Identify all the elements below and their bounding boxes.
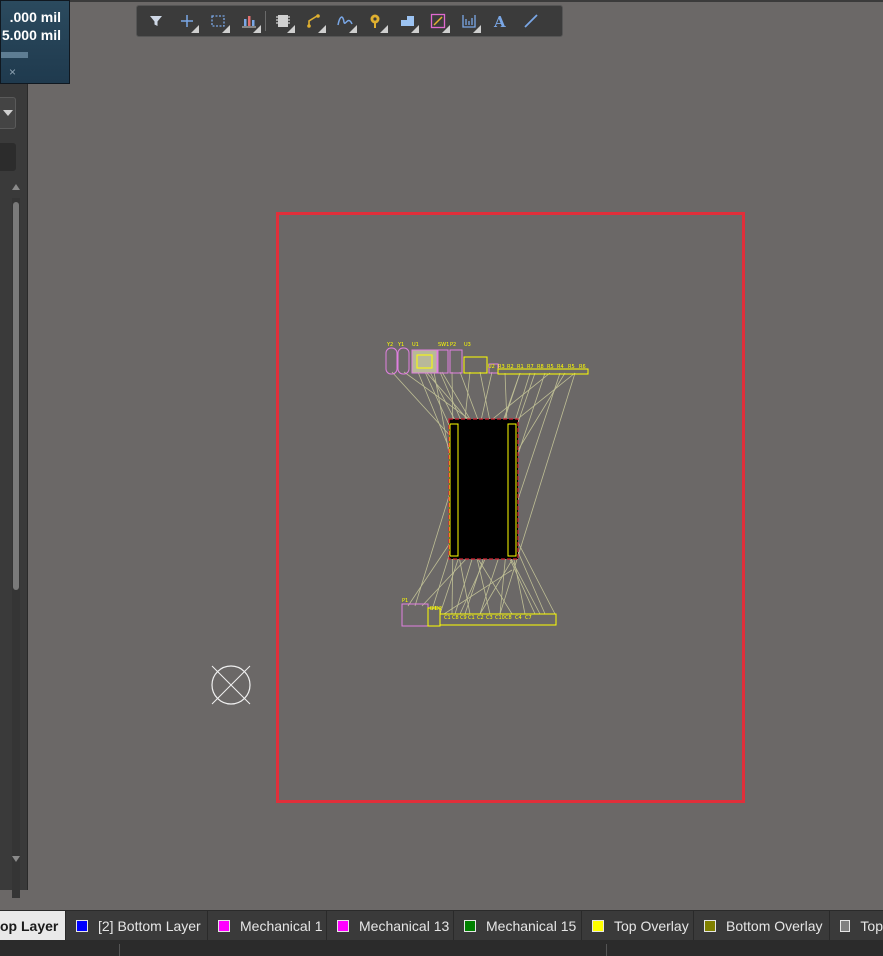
layer-tab-bottom-layer[interactable]: [2] Bottom Layer [66, 911, 208, 941]
main-ic[interactable] [448, 418, 519, 560]
layer-tab-mechanical-1[interactable]: Mechanical 1 [208, 911, 327, 941]
designator-label: R4 [557, 364, 564, 370]
designator-label: C4 [515, 615, 522, 621]
designator-label: C10 [495, 615, 505, 621]
component-u1[interactable] [411, 349, 438, 374]
status-divider [119, 944, 120, 956]
status-divider [606, 944, 607, 956]
layer-label: Mechanical 13 [359, 918, 450, 934]
designator-label: R5 [547, 364, 554, 370]
layer-tab-bottom-overlay[interactable]: Bottom Overlay [694, 911, 830, 941]
pcb-canvas[interactable]: Y2 Y1 U1 SW1 P2 U3U2 R3 R2 R1 R7 R8 R5 R4 R5 R6P1D1D2C… [0, 0, 883, 956]
designator-label: C7 [525, 615, 532, 621]
layer-color-swatch [592, 920, 604, 932]
component-y1[interactable] [397, 347, 410, 375]
designator-label: R2 [507, 364, 514, 370]
status-bar [0, 940, 883, 956]
layer-tab-top-paste[interactable]: Top [830, 911, 883, 941]
designator-label: R8 [537, 364, 544, 370]
ratsnest-line [414, 479, 455, 607]
designator-label: C8 [452, 615, 459, 621]
designator-label: U1 [412, 342, 419, 348]
designator-label: SW1 [438, 342, 449, 348]
designator-label: C1 [444, 615, 451, 621]
layer-tab-mechanical-13[interactable]: Mechanical 13 [327, 911, 454, 941]
layer-label: Mechanical 15 [486, 918, 577, 934]
layer-color-swatch [76, 920, 88, 932]
designator-label: Y1 [397, 342, 404, 348]
component-sw1[interactable] [437, 349, 449, 374]
designator-label: R1 [517, 364, 524, 370]
component-p2[interactable] [449, 349, 463, 374]
designator-label: C9 [460, 615, 467, 621]
layer-color-swatch [337, 920, 349, 932]
designator-label: P1 [402, 598, 408, 604]
designator-label: U3 [464, 342, 471, 348]
layer-color-swatch [704, 920, 716, 932]
designator-label: C8 [505, 615, 512, 621]
layer-color-swatch [840, 920, 851, 932]
designator-label: C3 [486, 615, 493, 621]
designator-label: R3 [498, 364, 505, 370]
layer-tab-mechanical-15[interactable]: Mechanical 15 [454, 911, 582, 941]
designator-label: R6 [579, 364, 586, 370]
layer-label: Top Overlay [614, 918, 689, 934]
layer-label: Mechanical 1 [240, 918, 323, 934]
component-u3[interactable] [463, 356, 488, 374]
layer-label: Top [860, 918, 883, 934]
designator-label: R5 [568, 364, 575, 370]
component-y2[interactable] [385, 347, 398, 375]
designator-label: C2 [477, 615, 484, 621]
layer-tabs-bar: op Layer [2] Bottom Layer Mechanical 1 M… [0, 910, 883, 941]
component-p1[interactable] [401, 603, 429, 627]
designator-label: D2 [435, 606, 442, 612]
layer-tab-top-overlay[interactable]: Top Overlay [582, 911, 694, 941]
designator-label: C1 [468, 615, 475, 621]
layer-label: Bottom Overlay [726, 918, 823, 934]
layer-label: op Layer [0, 918, 59, 934]
layer-tab-top-layer[interactable]: op Layer [0, 911, 66, 941]
designator-label: R7 [527, 364, 534, 370]
layer-color-swatch [464, 920, 476, 932]
designator-label: P2 [450, 342, 456, 348]
layer-label: [2] Bottom Layer [98, 918, 201, 934]
designator-label: Y2 [386, 342, 393, 348]
designator-label: U2 [488, 364, 495, 370]
top-components [385, 347, 589, 375]
layer-color-swatch [218, 920, 230, 932]
